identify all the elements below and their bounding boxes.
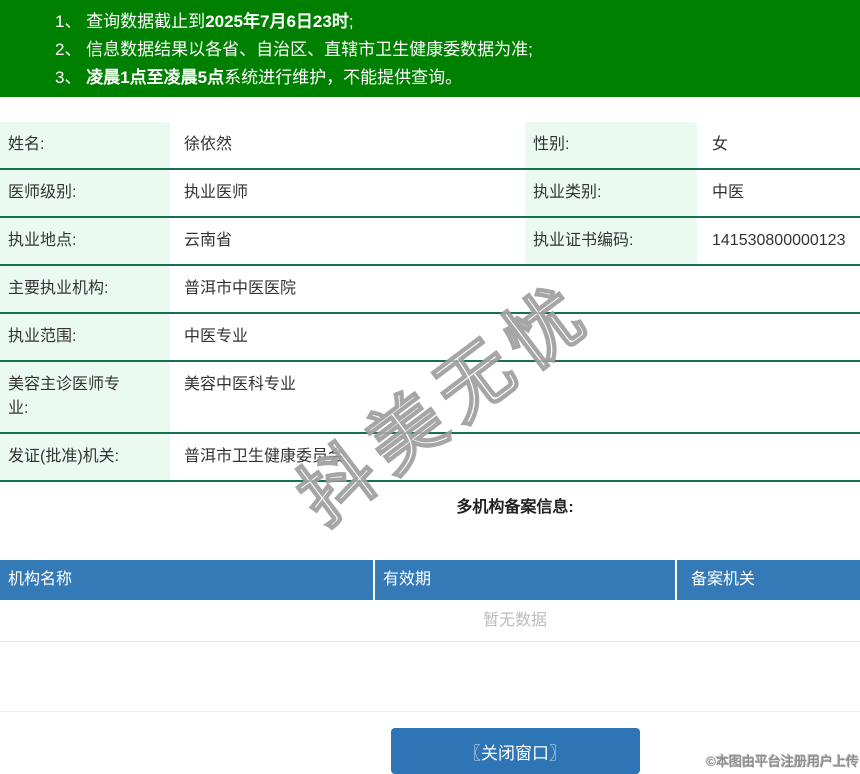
field-label-scope: 执业范围: (0, 314, 170, 360)
records-table-header: 机构名称 有效期 备案机关 (0, 560, 860, 600)
field-label-cert-no: 执业证书编码: (525, 218, 697, 264)
notice-banner: 1、 查询数据截止到2025年7月6日23时; 2、 信息数据结果以各省、自治区… (0, 0, 860, 97)
field-value-name: 徐依然 (184, 136, 233, 153)
notice-text: 系统进行维护，不能提供查询。 (224, 68, 463, 87)
notice-line: 1、 查询数据截止到2025年7月6日23时; (55, 8, 860, 36)
table-row: 医师级别: 执业医师 执业类别: 中医 (0, 170, 860, 218)
field-value-gender: 女 (712, 136, 729, 153)
table-row: 主要执业机构: 普洱市中医医院 (0, 266, 860, 314)
field-value-issuing-authority: 普洱市卫生健康委员会 (184, 448, 345, 465)
notice-text: ; (348, 12, 354, 31)
field-value-cosmetic-specialty: 美容中医科专业 (184, 376, 297, 393)
column-header-institution: 机构名称 (8, 571, 73, 588)
notice-line: 2、 信息数据结果以各省、自治区、直辖市卫生健康委数据为准; (55, 36, 860, 64)
field-label-gender: 性别: (525, 122, 697, 168)
notice-text: 1、 查询数据截止到 (55, 12, 206, 31)
notice-highlight: 2025年7月6日23时 (205, 12, 349, 31)
table-row: 执业范围: 中医专业 (0, 314, 860, 362)
field-value-scope: 中医专业 (184, 328, 249, 345)
notice-text: 3、 (55, 68, 87, 87)
field-label-cosmetic-specialty: 美容主诊医师专业: (0, 362, 170, 432)
records-section-title: 多机构备案信息: (456, 499, 574, 516)
practitioner-info-table: 姓名: 徐依然 性别: 女 医师级别: 执业医师 执业类别: 中医 执业地点: … (0, 122, 860, 482)
empty-state-text: 暂无数据 (0, 600, 860, 642)
field-label-issuing-authority: 发证(批准)机关: (0, 434, 170, 480)
result-page: 1、 查询数据截止到2025年7月6日23时; 2、 信息数据结果以各省、自治区… (0, 0, 860, 774)
upload-note: ©本图由平台注册用户上传 (706, 754, 859, 769)
column-header-validity: 有效期 (373, 560, 675, 600)
field-label-level: 医师级别: (0, 170, 170, 216)
field-label-name: 姓名: (0, 122, 170, 168)
notice-highlight: 凌晨1点至凌晨5点 (86, 68, 225, 87)
table-row: 姓名: 徐依然 性别: 女 (0, 122, 860, 170)
field-value-location: 云南省 (184, 232, 233, 249)
column-header-authority: 备案机关 (675, 560, 860, 600)
field-value-category: 中医 (712, 184, 745, 201)
table-row: 执业地点: 云南省 执业证书编码: 141530800000123 (0, 218, 860, 266)
table-row: 发证(批准)机关: 普洱市卫生健康委员会 (0, 434, 860, 482)
notice-line: 3、 凌晨1点至凌晨5点系统进行维护，不能提供查询。 (55, 64, 860, 92)
field-value-level: 执业医师 (184, 184, 249, 201)
close-window-button[interactable]: 〖关闭窗口〗 (390, 728, 640, 774)
field-label-main-institution: 主要执业机构: (0, 266, 170, 312)
field-label-category: 执业类别: (525, 170, 697, 216)
table-row: 美容主诊医师专业: 美容中医科专业 (0, 362, 860, 434)
section-divider (0, 711, 860, 712)
field-value-cert-no: 141530800000123 (712, 232, 846, 249)
field-value-main-institution: 普洱市中医医院 (184, 280, 297, 297)
notice-text: 2、 信息数据结果以各省、自治区、直辖市卫生健康委数据为准; (55, 40, 533, 59)
field-label-location: 执业地点: (0, 218, 170, 264)
